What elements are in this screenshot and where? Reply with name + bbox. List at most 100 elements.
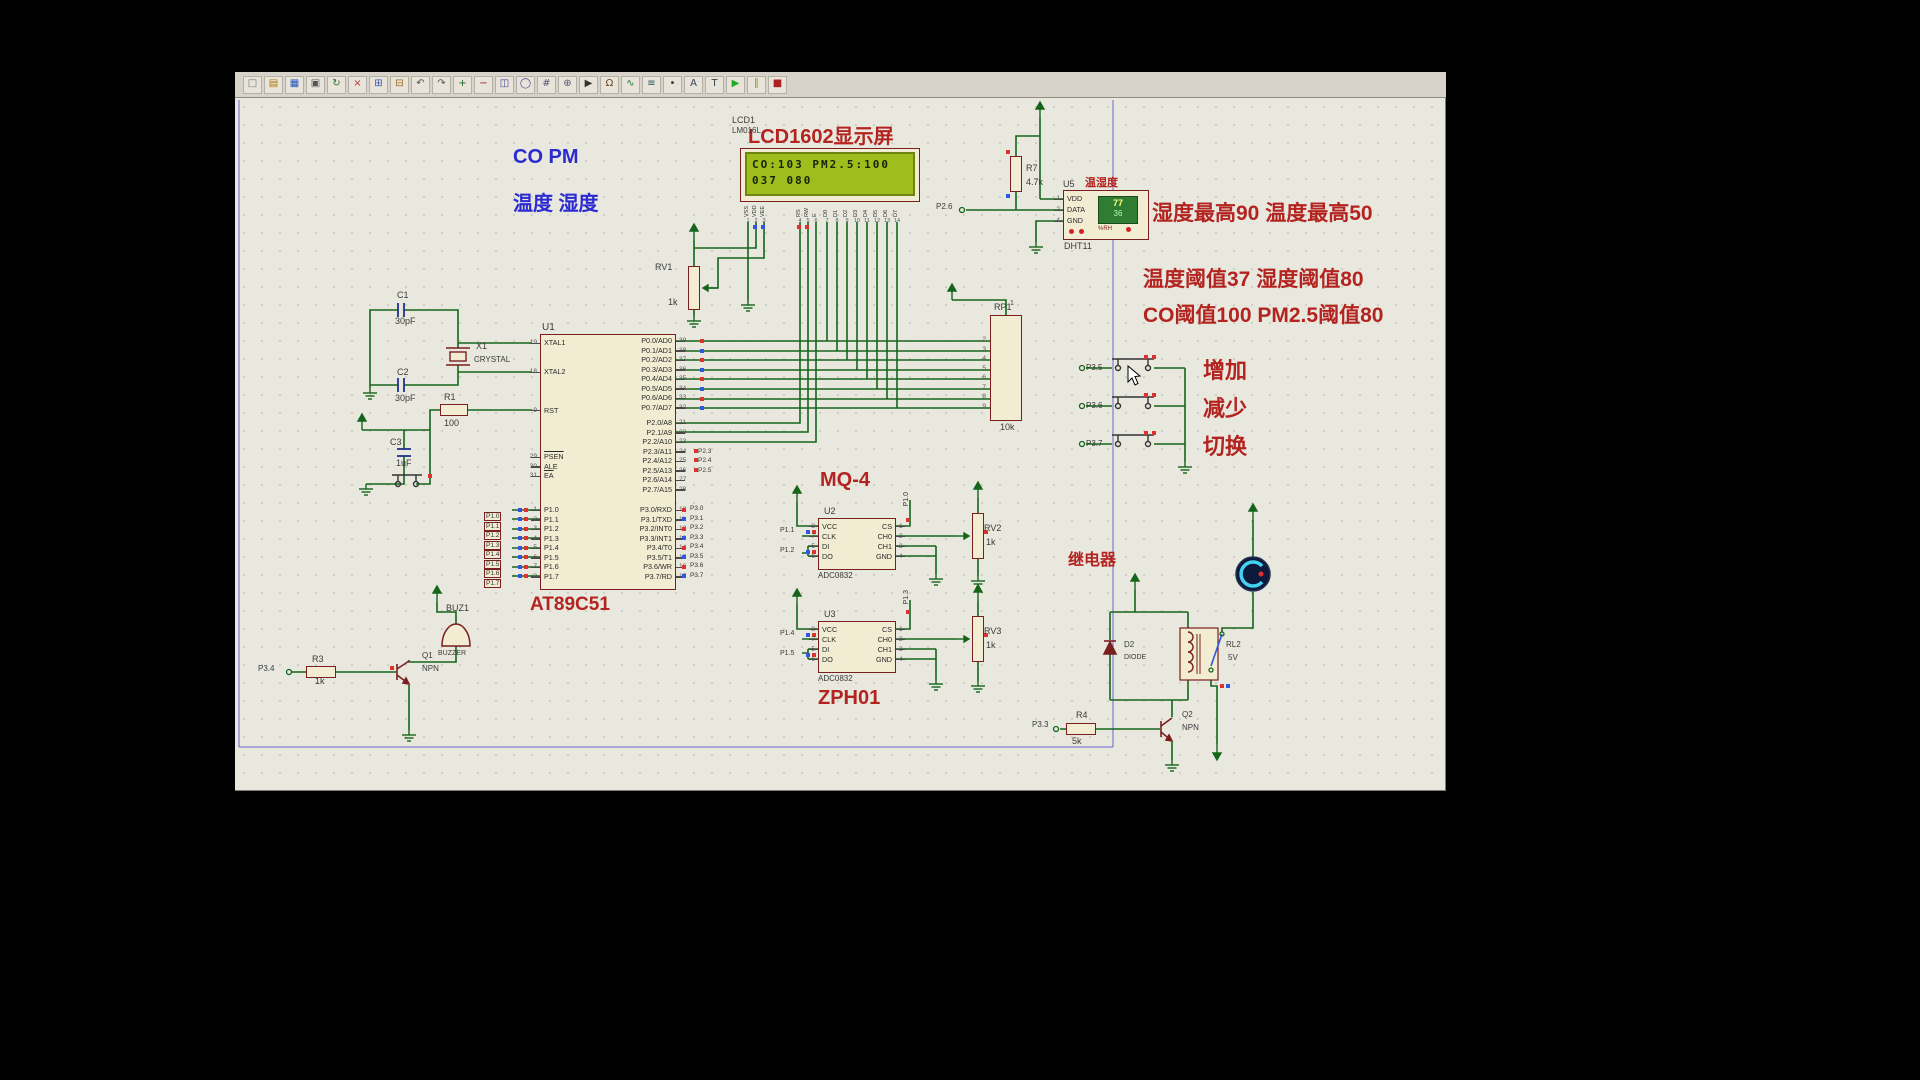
toolbar-icon-refresh[interactable]: ↻ [327,75,346,94]
toolbar-icon-grid[interactable]: # [537,75,556,94]
resistor-r4-body[interactable] [1066,723,1096,735]
toolbar-icon-component-mode[interactable]: Ω [600,75,619,94]
r7-ref: R7 [1026,163,1038,173]
annotation-temp-hum: 温度 湿度 [513,193,599,215]
net-p25: P2.5 [698,467,712,474]
c1-value: 30pF [395,316,416,326]
r4-value: 5k [1072,736,1082,746]
toolbar-icon-zoom-all[interactable]: ◯ [516,75,535,94]
net-p24: P2.4 [698,457,712,464]
button-action-label: 增加 [1203,358,1248,383]
q2-value: NPN [1182,723,1199,732]
annotation-dht: 温湿度 [1085,177,1118,189]
toolbar-icon-junction[interactable]: • [663,75,682,94]
toolbar-icon-undo[interactable]: ↶ [411,75,430,94]
toolbar-icon-open[interactable]: ▤ [264,75,283,94]
annotation-mq4: MQ-4 [820,469,870,491]
d2-value: DIODE [1124,654,1147,661]
mcu-pins-p3: P3.0/RXD 10 P3.1/TXD 11 P3.2/INT0 12 P3.3/INT1… [606,505,687,581]
c3-ref: C3 [390,437,402,447]
net-p10: P1.0 [903,492,910,507]
toolbar-icon-zoom-in[interactable]: + [453,75,472,94]
net-terminal[interactable]: P1.1 [484,515,540,531]
r3-ref: R3 [312,654,324,664]
toolbar-icon-pause[interactable]: ∥ [747,75,766,94]
toolbar-icon-save[interactable]: ▦ [285,75,304,94]
rv1-value: 1k [668,297,678,307]
resistor-r7-body[interactable] [1010,156,1022,192]
lcd-line2: 037 080 [752,174,813,187]
rp1-ref: RP1 [994,302,1012,312]
toolbar-icon-cut[interactable]: × [348,75,367,94]
c2-value: 30pF [395,393,416,403]
toolbar-icon-paste[interactable]: ⊟ [390,75,409,94]
button-action-label: 切换 [1203,434,1248,459]
c3-value: 1uF [396,458,412,468]
annotation-zph01: ZPH01 [818,687,881,709]
rp1-value: 10k [1000,422,1015,432]
toolbar-icon-origin[interactable]: ⊕ [558,75,577,94]
buz1-ref: BUZ1 [446,603,470,613]
resistor-r1-body[interactable] [440,404,468,416]
buz1-value: BUZZER [438,650,466,657]
toolbar-icon-zoom-out[interactable]: − [474,75,493,94]
key-button-row[interactable]: P3.6 减少 [1086,387,1326,425]
key-button-row[interactable]: P3.7 切换 [1086,425,1326,463]
dht-led-2 [1079,229,1084,234]
toolbar-icon-bus-mode[interactable]: ≡ [642,75,661,94]
net-terminal[interactable]: P1.5 [484,553,540,569]
rv3-ref: RV3 [984,626,1002,636]
rp1-pin-numbers: 23456789 [982,336,986,410]
net-terminal[interactable]: P1.7 [484,572,540,588]
lcd-ref: LCD1 [732,115,756,125]
pot-rv2-body[interactable] [972,513,984,559]
net-label: P3.6 [680,562,720,572]
toolbar-icon-play[interactable]: ▶ [726,75,745,94]
toolbar-icon-redo[interactable]: ↷ [432,75,451,94]
net-label: P3.5 [680,553,720,563]
button-action-label: 减少 [1203,396,1248,421]
net-terminal[interactable]: P1.6 [484,562,540,579]
net-terminal[interactable]: P1.0 [484,505,540,521]
x1-ref: X1 [476,341,488,351]
toolbar-icon-copy[interactable]: ⊞ [369,75,388,94]
toolbar-icon-print[interactable]: ▣ [306,75,325,94]
p3-net-labels: P3.0 P3.1 P3.2 P3.3 P3.4 P3.5 P3.6 P3.7 [680,505,720,581]
pot-rv1-body[interactable] [688,266,700,310]
dht-temp-value: 36 [1113,209,1123,218]
net-p34: P3.4 [258,664,275,673]
q1-value: NPN [422,664,439,673]
key-button-row[interactable]: P3.5 增加 [1086,349,1326,387]
mcu-pins-rst: 9 RST [531,405,610,415]
toolbar-icon-stop[interactable]: ■ [768,75,787,94]
u2-ref: U2 [824,506,836,516]
net-label: P3.1 [680,515,720,525]
toolbar-icon-wire-mode[interactable]: ∿ [621,75,640,94]
net-terminal[interactable]: P1.3 [484,534,540,550]
toolbar-icon-zoom-area[interactable]: ◫ [495,75,514,94]
rp1-respack-body[interactable] [990,315,1022,421]
u3-ref: U3 [824,609,836,619]
annotation-co-pm: CO PM [513,146,579,168]
lcd-model: LM016L [732,126,761,135]
net-label: P3.4 [680,543,720,553]
u2-value: ADC0832 [818,571,853,580]
button-net-label: P3.6 [1086,401,1103,410]
net-terminal[interactable]: P1.2 [484,524,540,541]
mcu-pins-p1: 1 P1.0 2 P1.1 3 P1.2 4 P1.3 5 P1.4 6 P1.5 7 P1.6 8 P1.7 [531,505,610,581]
dht-humidity-value: 77 [1112,198,1123,208]
toolbar-icon-label[interactable]: A [684,75,703,94]
u5-rh-label: %RH [1098,226,1113,232]
toolbar-icon-new-sheet[interactable]: □ [243,75,262,94]
pot-rv3-body[interactable] [972,616,984,662]
net-label: P3.0 [680,505,720,515]
toolbar-icon-selection-cursor[interactable]: ▶ [579,75,598,94]
u5-value: DHT11 [1064,241,1092,251]
toolbar-icon-text[interactable]: T [705,75,724,94]
net-label: P3.2 [680,524,720,534]
button-net-label: P3.7 [1086,439,1103,448]
mcu-pins-ctrl: 29 PSEN 30 ALE 31 EA [530,452,610,481]
net-label: P3.3 [680,534,720,544]
r1-ref: R1 [444,392,456,402]
net-terminal[interactable]: P1.4 [484,543,540,560]
